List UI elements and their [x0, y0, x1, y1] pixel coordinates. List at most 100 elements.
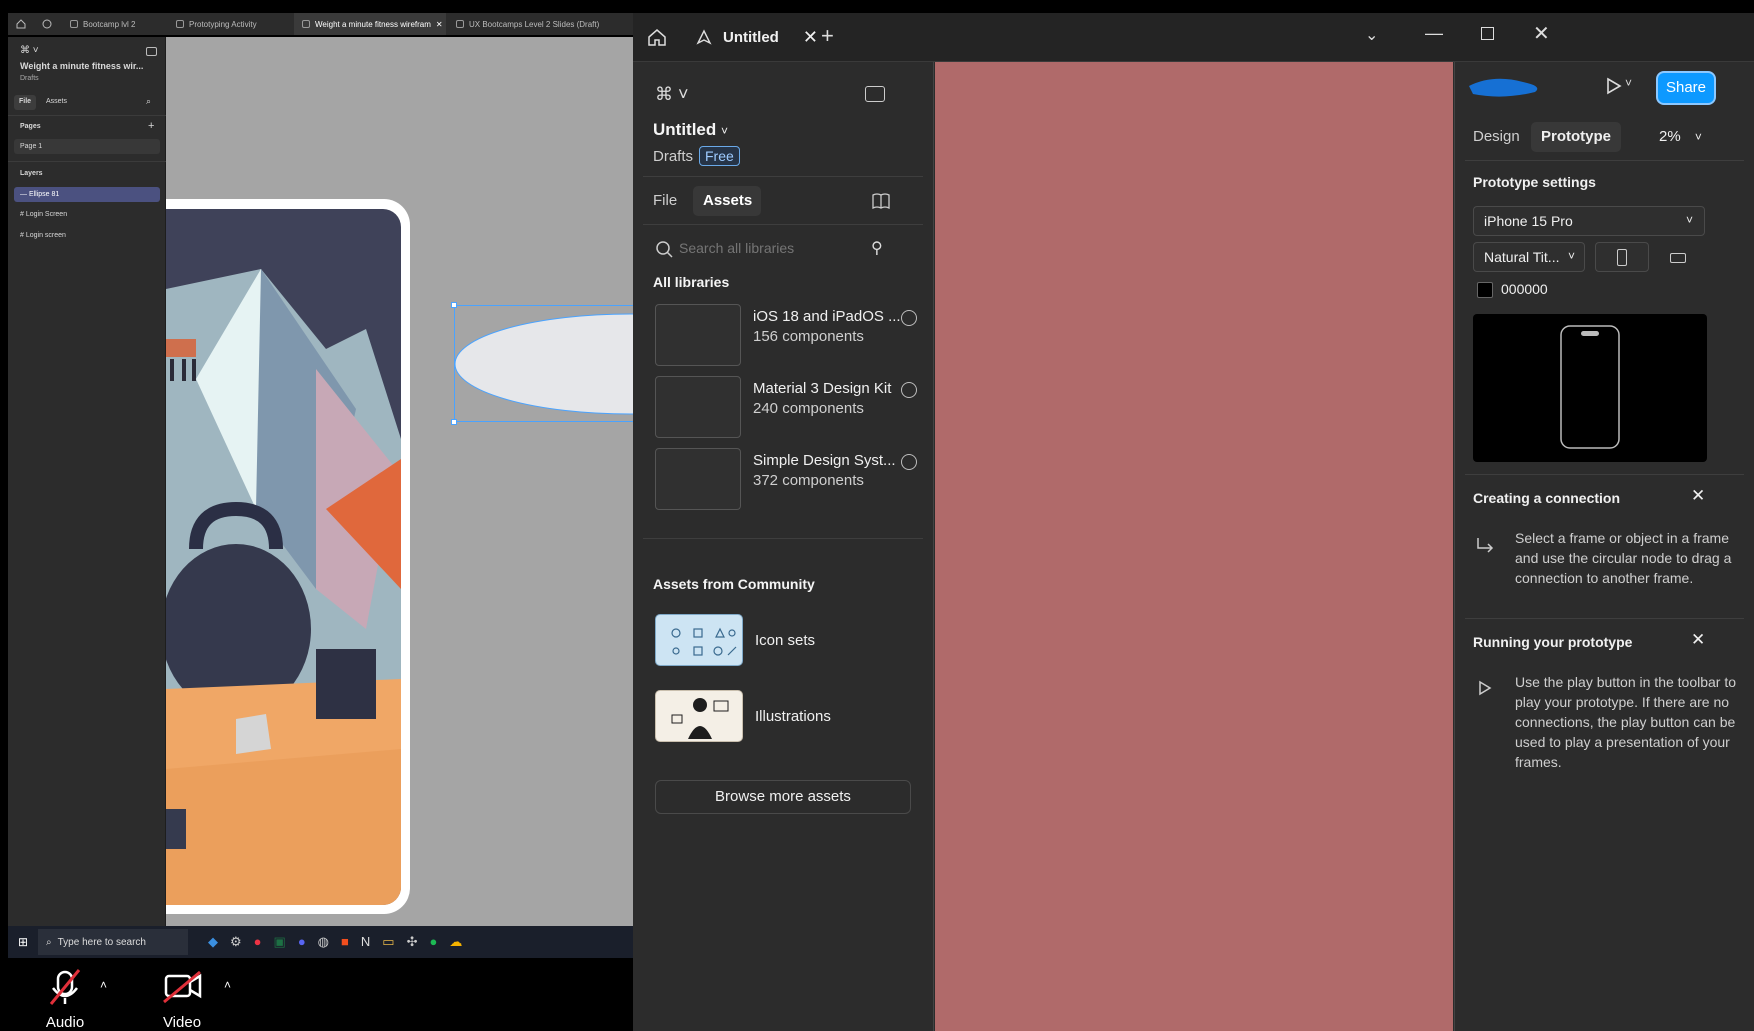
library-item[interactable]: Simple Design Syst... 372 components — [633, 444, 933, 516]
background-hex-value[interactable]: 000000 — [1501, 281, 1548, 297]
chevron-down-icon[interactable]: ˅ — [1625, 76, 1632, 90]
phone-preview-icon — [1560, 325, 1620, 449]
library-book-icon[interactable] — [871, 192, 891, 210]
library-thumbnail — [655, 448, 741, 510]
folder-icon[interactable]: ▭ — [382, 934, 394, 950]
tab-design[interactable]: Design — [1473, 128, 1520, 145]
windows-start-icon[interactable]: ⊞ — [8, 935, 38, 949]
taskbar-search[interactable]: ⌕ Type here to search — [38, 929, 188, 955]
tab-weight-a-minute[interactable]: Weight a minute fitness wirefram ✕ — [294, 13, 446, 35]
tab-label: Weight a minute fitness wirefram — [315, 19, 431, 29]
tab-assets[interactable]: Assets — [703, 192, 752, 209]
page-item[interactable]: Page 1 — [20, 143, 42, 150]
file-name[interactable]: Untitled ˅ — [653, 120, 728, 140]
globe-icon — [901, 310, 917, 326]
background-color-swatch[interactable] — [1477, 282, 1493, 298]
library-name: Material 3 Design Kit — [753, 380, 892, 397]
ellipse-selection[interactable] — [454, 305, 633, 422]
landscape-toggle[interactable] — [1651, 242, 1705, 272]
tip-connection-body: Select a frame or object in a frame and … — [1515, 530, 1732, 586]
drafts-label[interactable]: Drafts — [20, 75, 39, 82]
library-item[interactable]: iOS 18 and iPadOS ... 156 components — [633, 298, 933, 372]
weather-icon[interactable]: ☁ — [449, 934, 462, 950]
library-count: 240 components — [753, 400, 864, 417]
ellipse-shape[interactable] — [455, 306, 633, 423]
home-icon[interactable] — [647, 27, 667, 47]
close-icon[interactable]: ✕ — [1691, 486, 1705, 506]
home-tab[interactable] — [8, 13, 30, 35]
audio-options-icon[interactable]: ˄ — [100, 978, 107, 992]
panel-toggle-icon[interactable] — [146, 47, 157, 56]
minimize-icon[interactable]: — — [1425, 23, 1443, 44]
chrome-icon[interactable]: ● — [254, 934, 262, 950]
video-button[interactable]: Video — [142, 968, 222, 1031]
browser-tab-bar: Bootcamp lvl 2 Prototyping Activity Weig… — [8, 13, 633, 35]
file-name-text: Untitled — [653, 120, 717, 139]
community-tab[interactable] — [34, 13, 56, 35]
new-tab-icon[interactable]: + — [821, 23, 834, 49]
redacted-scribble — [1469, 78, 1538, 97]
ellipse-layer[interactable]: — Ellipse 81 — [20, 191, 59, 198]
layer-login-screen-2[interactable]: # Login screen — [20, 232, 66, 239]
share-button[interactable]: Share — [1658, 73, 1714, 103]
file-title[interactable]: Weight a minute fitness wir... — [20, 61, 143, 71]
landscape-icon — [1670, 253, 1686, 263]
tab-prototyping[interactable]: Prototyping Activity — [168, 13, 292, 35]
search-icon[interactable]: ⌕ — [146, 96, 151, 107]
browse-more-assets-button[interactable]: Browse more assets — [655, 780, 911, 814]
panel-toggle-icon[interactable] — [865, 86, 885, 102]
tab-file[interactable]: File — [653, 192, 677, 209]
video-options-icon[interactable]: ˄ — [224, 978, 231, 992]
community-item-illustrations[interactable]: Illustrations — [633, 684, 933, 754]
close-icon[interactable]: ✕ — [436, 20, 443, 29]
resize-handle[interactable] — [451, 302, 457, 308]
community-item-icon-sets[interactable]: Icon sets — [633, 608, 933, 678]
all-libraries-heading: All libraries — [653, 274, 730, 290]
figma-menu-icon[interactable]: ⌘ ˅ — [655, 84, 689, 105]
close-icon[interactable]: ✕ — [1691, 630, 1705, 650]
maximize-icon[interactable] — [1481, 27, 1494, 40]
copilot-icon[interactable]: ◆ — [208, 934, 218, 950]
zoom-control[interactable]: 2% ˅ — [1659, 128, 1702, 145]
spotify-icon[interactable]: ● — [429, 934, 437, 950]
tab-assets[interactable]: Assets — [46, 98, 67, 105]
tab-ux-slides[interactable]: UX Bootcamps Level 2 Slides (Draft) — [448, 13, 608, 35]
tab-untitled[interactable]: Untitled ✕ — [683, 21, 830, 53]
plan-badge[interactable]: Free — [699, 146, 740, 166]
figma-menu-icon[interactable]: ⌘ ˅ — [20, 45, 39, 56]
notion-icon[interactable]: N — [361, 934, 370, 950]
device-select[interactable]: iPhone 15 Pro ˅ — [1473, 206, 1705, 236]
play-icon[interactable] — [1603, 76, 1623, 96]
tab-file[interactable]: File — [19, 98, 31, 105]
chevron-down-icon: ˅ — [1568, 249, 1576, 263]
figma-icon[interactable]: ■ — [341, 934, 349, 950]
pages-heading: Pages — [20, 123, 41, 130]
audio-button[interactable]: Audio — [25, 968, 105, 1031]
phone-frame[interactable] — [166, 199, 410, 914]
portrait-toggle[interactable] — [1595, 242, 1649, 272]
shared-screen: Bootcamp lvl 2 Prototyping Activity Weig… — [0, 0, 633, 1031]
device-preview — [1473, 314, 1707, 462]
connection-icon — [1477, 538, 1494, 553]
close-icon[interactable]: ✕ — [803, 27, 818, 48]
chevron-down-icon[interactable]: ⌄ — [1365, 25, 1378, 45]
close-window-icon[interactable]: ✕ — [1533, 21, 1550, 46]
layer-login-screen[interactable]: # Login Screen — [20, 211, 67, 218]
canvas-frame[interactable] — [935, 62, 1453, 1031]
settings-icon[interactable]: ⚙ — [230, 934, 242, 950]
design-canvas[interactable] — [166, 37, 633, 926]
filter-icon[interactable]: ⚲ — [871, 238, 883, 258]
app-icon[interactable]: ◍ — [318, 934, 329, 950]
discord-icon[interactable]: ● — [298, 934, 306, 950]
slides-icon — [456, 20, 464, 28]
drafts-link[interactable]: Drafts — [653, 148, 693, 165]
slack-icon[interactable]: ✣ — [407, 934, 418, 950]
device-model-select[interactable]: Natural Tit... ˅ — [1473, 242, 1585, 272]
search-libraries-input[interactable] — [679, 236, 859, 260]
tab-prototype[interactable]: Prototype — [1541, 128, 1611, 145]
excel-icon[interactable]: ▣ — [274, 934, 286, 950]
resize-handle[interactable] — [451, 419, 457, 425]
tab-bootcamp[interactable]: Bootcamp lvl 2 — [62, 13, 166, 35]
library-item[interactable]: Material 3 Design Kit 240 components — [633, 372, 933, 444]
add-page-icon[interactable]: + — [148, 120, 154, 132]
